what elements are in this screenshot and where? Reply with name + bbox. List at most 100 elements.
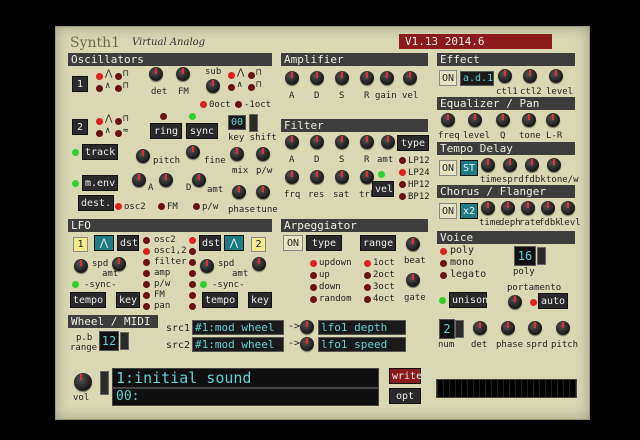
amp-s-knob[interactable]: [335, 71, 349, 85]
sub-wave-led3[interactable]: [228, 84, 235, 91]
osc1-wave-led-saw[interactable]: [96, 73, 103, 80]
lfo2-dest-led[interactable]: [189, 237, 196, 244]
unison-button[interactable]: unison: [449, 292, 488, 308]
unison-pitch-knob[interactable]: [556, 321, 570, 335]
unison-det-knob[interactable]: [473, 321, 487, 335]
menv-d-knob[interactable]: [159, 173, 173, 187]
unison-sprd-knob[interactable]: [528, 321, 542, 335]
lfo2-tempo-button[interactable]: tempo: [202, 292, 238, 308]
sub-wave-led2[interactable]: [248, 72, 255, 79]
unison-phase-knob[interactable]: [501, 321, 515, 335]
eq-lr-knob[interactable]: [546, 113, 560, 127]
src2-select[interactable]: #1:mod wheel: [192, 337, 284, 352]
poly-count-spinner[interactable]: [537, 247, 546, 265]
lfo2-dest-led[interactable]: [189, 259, 196, 266]
amp-a-knob[interactable]: [285, 71, 299, 85]
dest-osc2-led[interactable]: [115, 203, 122, 210]
lfo2-spd-knob[interactable]: [200, 259, 214, 273]
voice-poly-led[interactable]: [440, 248, 447, 255]
lp24-led[interactable]: [399, 169, 406, 176]
chorus-on-button[interactable]: ON: [439, 203, 457, 219]
dest-button[interactable]: dest.: [78, 195, 114, 211]
master-vol-knob[interactable]: [74, 373, 92, 391]
delay-st-button[interactable]: ST: [460, 160, 478, 176]
lp12-led[interactable]: [399, 157, 406, 164]
osc1-fm-knob[interactable]: [176, 67, 190, 81]
fine-knob[interactable]: [186, 145, 200, 159]
delay-fdbk-knob[interactable]: [525, 158, 539, 172]
oct1-led[interactable]: [235, 101, 242, 108]
chorus-rate-knob[interactable]: [521, 201, 535, 215]
dst1-select[interactable]: lfo1 depth: [318, 320, 406, 335]
lfo2-wave-button[interactable]: ⋀: [224, 235, 244, 251]
amp-d-knob[interactable]: [310, 71, 324, 85]
menv-button[interactable]: m.env: [82, 175, 118, 191]
delay-sprd-knob[interactable]: [503, 158, 517, 172]
src2-amount-knob[interactable]: [300, 337, 314, 351]
osc2-button[interactable]: 2: [72, 119, 88, 135]
lfo2-dest-led[interactable]: [189, 303, 196, 310]
dst2-select[interactable]: lfo1 speed: [318, 337, 406, 352]
menv-a-knob[interactable]: [132, 173, 146, 187]
eq-q-knob[interactable]: [496, 113, 510, 127]
arp-gate-knob[interactable]: [406, 273, 420, 287]
lfo1-spd-knob[interactable]: [74, 259, 88, 273]
arp-type-led[interactable]: [310, 284, 317, 291]
osc2-wave-led-tri[interactable]: [96, 130, 103, 137]
dest-pw-led[interactable]: [193, 203, 200, 210]
lfo2-dest-led[interactable]: [189, 292, 196, 299]
filter-sat-knob[interactable]: [335, 170, 349, 184]
lfo1-dest-led[interactable]: [143, 237, 150, 244]
lfo1-button[interactable]: 1: [73, 237, 88, 252]
lfo2-key-button[interactable]: key: [248, 292, 272, 308]
eq-level-knob[interactable]: [468, 113, 482, 127]
lfo1-dest-led[interactable]: [143, 281, 150, 288]
filter-amt-knob[interactable]: [381, 135, 395, 149]
dest-fm-led[interactable]: [158, 203, 165, 210]
osc1-wave-led-pulse[interactable]: [115, 85, 122, 92]
ring-button[interactable]: ring: [150, 123, 182, 139]
write-button[interactable]: write: [389, 368, 422, 384]
arp-type-button[interactable]: type: [306, 235, 342, 251]
chorus-deph-knob[interactable]: [501, 201, 515, 215]
keyboard-strip[interactable]: [436, 379, 577, 398]
lfo1-dest-led[interactable]: [143, 303, 150, 310]
voice-mono-led[interactable]: [440, 260, 447, 267]
amp-vel-knob[interactable]: [403, 71, 417, 85]
filter-frq-knob[interactable]: [285, 170, 299, 184]
effect-ctl1-knob[interactable]: [498, 69, 512, 83]
chorus-time-knob[interactable]: [481, 201, 495, 215]
osc1-det-knob[interactable]: [149, 67, 163, 81]
eq-tone-knob[interactable]: [522, 113, 536, 127]
src1-amount-knob[interactable]: [300, 320, 314, 334]
chorus-fdbk-knob[interactable]: [541, 201, 555, 215]
arp-range-led[interactable]: [364, 260, 371, 267]
lfo2-amt-knob[interactable]: [252, 257, 266, 271]
amp-r-knob[interactable]: [360, 71, 374, 85]
amp-gain-knob[interactable]: [380, 71, 394, 85]
arp-type-led[interactable]: [310, 260, 317, 267]
unison-num-spinner[interactable]: [455, 320, 464, 338]
tune-knob[interactable]: [256, 185, 270, 199]
lfo2-button[interactable]: 2: [251, 237, 266, 252]
lfo1-dest-led[interactable]: [143, 259, 150, 266]
portamento-knob[interactable]: [508, 295, 522, 309]
filter-a-knob[interactable]: [285, 135, 299, 149]
effect-ctl2-knob[interactable]: [523, 69, 537, 83]
arp-type-led[interactable]: [310, 272, 317, 279]
lfo1-dest-led[interactable]: [143, 270, 150, 277]
filter-r-knob[interactable]: [360, 135, 374, 149]
arp-range-led[interactable]: [364, 296, 371, 303]
arp-type-led[interactable]: [310, 296, 317, 303]
oct0-led[interactable]: [200, 101, 207, 108]
mix-knob[interactable]: [230, 147, 244, 161]
pw-knob[interactable]: [256, 147, 270, 161]
osc1-wave-led-sq[interactable]: [115, 73, 122, 80]
opt-button[interactable]: opt: [389, 388, 421, 404]
lfo2-dest-led[interactable]: [189, 270, 196, 277]
arp-on-button[interactable]: ON: [283, 235, 303, 251]
osc2-wave-led-sq[interactable]: [115, 118, 122, 125]
delay-on-button[interactable]: ON: [439, 160, 457, 176]
eq-freq-knob[interactable]: [441, 113, 455, 127]
pitch-knob[interactable]: [136, 149, 150, 163]
